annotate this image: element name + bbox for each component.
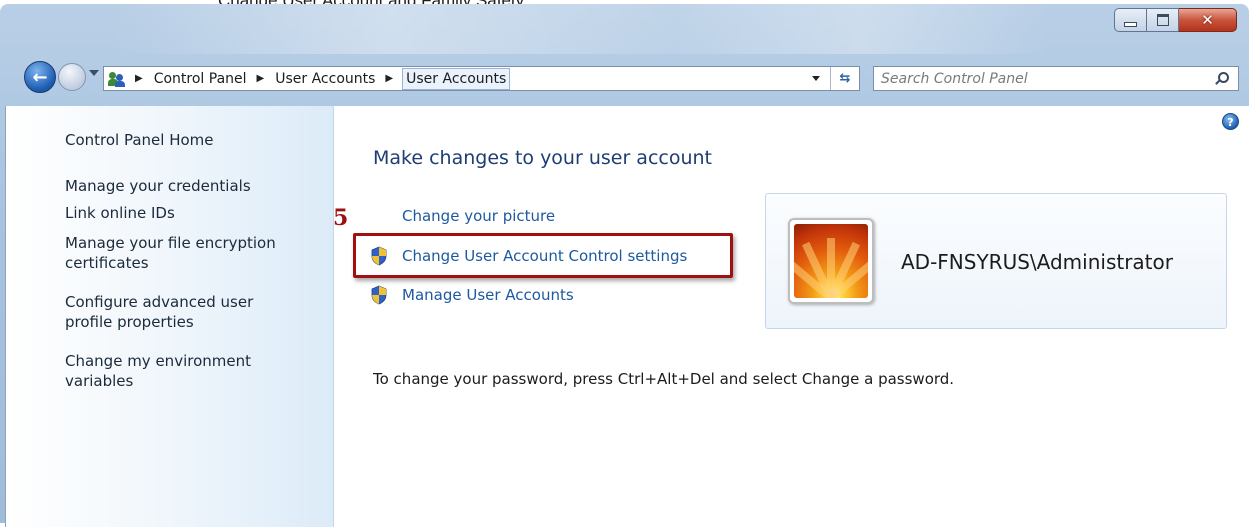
search-icon[interactable] <box>1214 71 1230 87</box>
maximize-button[interactable] <box>1147 8 1179 32</box>
breadcrumb-user-accounts[interactable]: User Accounts <box>273 70 377 88</box>
close-button[interactable]: ✕ <box>1179 8 1237 32</box>
sidebar-item-advanced-profile[interactable]: Configure advanced user profile properti… <box>65 292 295 332</box>
breadcrumb-separator-icon[interactable]: ▶ <box>385 73 393 84</box>
content-area: Control Panel Home Manage your credentia… <box>5 106 1249 527</box>
uac-shield-icon <box>371 285 387 305</box>
breadcrumb-current[interactable]: User Accounts <box>402 67 511 90</box>
refresh-button[interactable]: ⇆ <box>830 67 859 90</box>
step-highlight-box <box>353 233 733 278</box>
control-panel-window: ✕ ← ▶ Control Panel ▶ User Accounts ▶ Us… <box>0 4 1249 527</box>
close-icon: ✕ <box>1201 11 1214 29</box>
window-controls: ✕ <box>1114 8 1237 32</box>
back-button[interactable]: ← <box>24 61 56 93</box>
refresh-icon: ⇆ <box>839 71 851 86</box>
recent-pages-dropdown-icon[interactable] <box>89 70 99 76</box>
user-accounts-icon <box>107 70 127 88</box>
user-account-card: AD-FNSYRUS\Administrator <box>765 193 1227 329</box>
breadcrumb-separator-icon[interactable]: ▶ <box>135 73 143 84</box>
account-name: AD-FNSYRUS\Administrator <box>901 250 1173 274</box>
search-placeholder: Search Control Panel <box>881 70 1028 87</box>
task-sidebar: Control Panel Home Manage your credentia… <box>6 106 334 527</box>
avatar[interactable] <box>788 218 874 304</box>
title-bar <box>110 4 1050 54</box>
change-picture-link[interactable]: Change your picture <box>402 207 555 225</box>
navigation-bar: ← ▶ Control Panel ▶ User Accounts ▶ User… <box>0 56 1249 100</box>
minimize-icon <box>1124 21 1137 27</box>
address-history-dropdown-icon[interactable] <box>812 76 820 81</box>
breadcrumb-control-panel[interactable]: Control Panel <box>152 70 249 88</box>
forward-button[interactable] <box>58 63 86 91</box>
sidebar-item-control-panel-home[interactable]: Control Panel Home <box>65 130 214 150</box>
manage-user-accounts-link[interactable]: Manage User Accounts <box>402 286 574 304</box>
back-arrow-icon: ← <box>32 66 48 88</box>
sidebar-item-manage-credentials[interactable]: Manage your credentials <box>65 176 251 196</box>
sidebar-item-file-encryption[interactable]: Manage your file encryption certificates <box>65 233 315 273</box>
breadcrumb-separator-icon[interactable]: ▶ <box>257 73 265 84</box>
password-hint: To change your password, press Ctrl+Alt+… <box>373 370 955 388</box>
minimize-button[interactable] <box>1114 8 1147 32</box>
maximize-icon <box>1156 14 1169 26</box>
page-title: Make changes to your user account <box>373 147 713 169</box>
help-icon[interactable]: ? <box>1222 113 1239 130</box>
search-input[interactable]: Search Control Panel <box>873 66 1239 91</box>
address-bar[interactable]: ▶ Control Panel ▶ User Accounts ▶ User A… <box>103 66 860 91</box>
sidebar-item-environment-variables[interactable]: Change my environment variables <box>65 351 295 391</box>
step-number-annotation: 5 <box>333 205 349 231</box>
sidebar-item-link-online-ids[interactable]: Link online IDs <box>65 203 175 223</box>
flower-picture-icon <box>794 224 868 298</box>
